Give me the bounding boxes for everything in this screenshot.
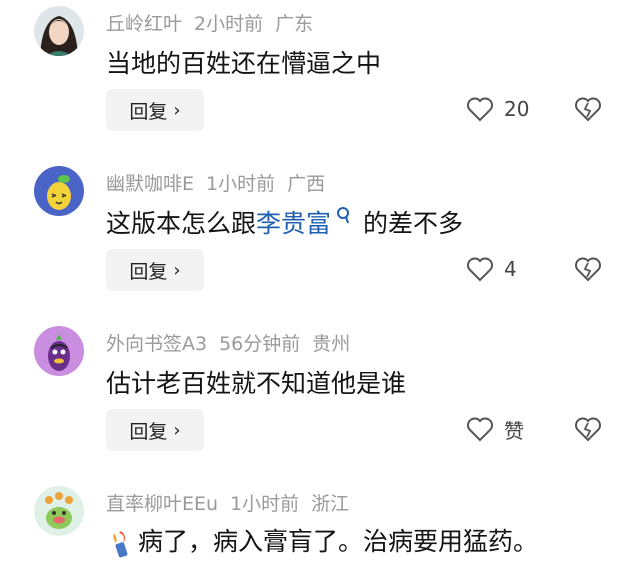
like-button[interactable]: 20 [466, 94, 529, 124]
chevron-right-icon: › [173, 259, 181, 281]
like-button[interactable]: 4 [466, 254, 517, 284]
username[interactable]: 外向书签A3 [106, 333, 207, 355]
comment-text: 病了，病入膏肓了。治病要用猛药。 [106, 522, 538, 559]
avatar[interactable] [34, 326, 84, 376]
heart-icon [467, 97, 493, 122]
avatar[interactable] [34, 486, 84, 536]
avatar[interactable] [34, 6, 84, 56]
comment-meta: 幽默咖啡E 1小时前 广西 [106, 169, 337, 196]
search-link[interactable]: 李贵富 [256, 209, 331, 238]
location: 浙江 [311, 493, 350, 515]
location: 广东 [275, 13, 314, 35]
like-button[interactable]: 赞 [466, 414, 524, 444]
chevron-right-icon: › [173, 99, 181, 121]
like-count: 20 [504, 97, 530, 121]
comment-meta: 直率柳叶EEu 1小时前 浙江 [106, 489, 361, 516]
avatar[interactable] [34, 166, 84, 216]
timestamp: 56分钟前 [219, 333, 301, 355]
timestamp: 1小时前 [206, 173, 276, 195]
like-count: 4 [504, 257, 517, 281]
reply-button[interactable]: 回复 › [106, 249, 204, 291]
reply-label: 回复 [129, 100, 168, 123]
username[interactable]: 丘岭红叶 [106, 13, 182, 35]
comment-meta: 外向书签A3 56分钟前 贵州 [106, 329, 362, 356]
heart-icon [467, 257, 493, 282]
like-count: 赞 [504, 418, 524, 443]
broken-heart-icon[interactable] [574, 256, 602, 282]
reply-label: 回复 [129, 420, 168, 443]
comment-meta: 丘岭红叶 2小时前 广东 [106, 9, 325, 36]
comment-text-before: 这版本怎么跟 [106, 209, 257, 238]
broken-heart-icon[interactable] [574, 96, 602, 122]
comment-text: 当地的百姓还在懵逼之中 [106, 49, 382, 78]
timestamp: 1小时前 [230, 493, 300, 515]
username[interactable]: 直率柳叶EEu [106, 493, 218, 515]
reply-button[interactable]: 回复 › [106, 409, 204, 451]
torch-emoji-icon [113, 531, 128, 558]
comment-text-after: 的差不多 [363, 209, 464, 238]
heart-icon [467, 417, 493, 442]
chevron-right-icon: › [173, 419, 181, 441]
comment-text-body: 病了，病入膏肓了。治病要用猛药。 [138, 527, 539, 556]
comment-text: 估计老百姓就不知道他是谁 [106, 369, 407, 398]
comment-text: 这版本怎么跟李贵富 的差不多 [106, 204, 463, 240]
search-icon[interactable] [335, 206, 351, 226]
location: 贵州 [312, 333, 351, 355]
timestamp: 2小时前 [194, 13, 264, 35]
location: 广西 [287, 173, 326, 195]
reply-label: 回复 [129, 260, 168, 283]
reply-button[interactable]: 回复 › [106, 89, 204, 131]
username[interactable]: 幽默咖啡E [106, 173, 194, 195]
broken-heart-icon[interactable] [574, 416, 602, 442]
